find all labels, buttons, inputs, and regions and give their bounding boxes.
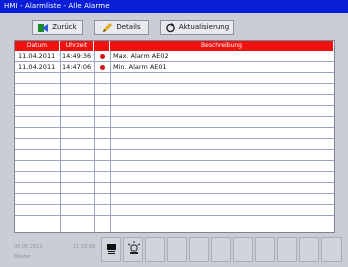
column-header-date[interactable]: Datum (15, 41, 60, 51)
refresh-icon (165, 22, 176, 33)
details-button[interactable]: Details (94, 20, 149, 35)
function-key-11[interactable] (321, 237, 342, 262)
function-key-1[interactable] (101, 237, 121, 262)
table-row[interactable] (15, 161, 334, 172)
back-label: Zurück (52, 23, 77, 31)
details-label: Details (116, 23, 141, 31)
function-key-2[interactable] (123, 237, 143, 262)
details-pencil-icon (102, 22, 113, 33)
siren-icon (127, 241, 141, 254)
function-key-3[interactable] (145, 237, 165, 262)
status-date: 00.00.2012 (14, 244, 43, 250)
table-row[interactable] (15, 139, 334, 150)
window-title: HMI - Alarmliste - Alle Alarme (0, 0, 348, 13)
back-button[interactable]: Zurück (32, 20, 83, 35)
function-key-5[interactable] (189, 237, 209, 262)
table-row[interactable] (15, 183, 334, 194)
row-time: 14:49:36 (62, 52, 92, 60)
table-row[interactable] (15, 205, 334, 216)
back-arrow-icon (38, 23, 49, 33)
table-row[interactable] (15, 150, 334, 161)
table-row[interactable] (15, 172, 334, 183)
row-date: 11.04.2011 (18, 63, 56, 71)
status-user: Master (14, 254, 32, 260)
function-key-10[interactable] (299, 237, 319, 262)
function-key-6[interactable] (211, 237, 231, 262)
hmi-window: HMI - Alarmliste - Alle Alarme Zurück De… (0, 0, 348, 262)
function-key-8[interactable] (255, 237, 275, 262)
alarm-bell-icon (100, 65, 105, 70)
row-time: 14:47:06 (62, 63, 92, 71)
function-key-7[interactable] (233, 237, 253, 262)
row-description: Min. Alarm AE01 (113, 63, 167, 71)
alarm-list-icon (107, 244, 116, 254)
row-description: Max. Alarm AE02 (113, 52, 169, 60)
table-row[interactable]: 11.04.2011 14:49:36 Max. Alarm AE02 (15, 51, 334, 62)
table-row[interactable] (15, 117, 334, 128)
alarm-bell-icon (100, 54, 105, 59)
column-header-time[interactable]: Uhrzeit (60, 41, 94, 51)
refresh-label: Aktualisierung (178, 23, 230, 31)
status-time: 11:18:08 (73, 244, 96, 250)
table-row[interactable] (15, 128, 334, 139)
toolbar: Zurück Details Aktualisierung (0, 13, 348, 40)
table-row[interactable] (15, 194, 334, 205)
function-key-4[interactable] (167, 237, 187, 262)
column-header-description[interactable]: Beschreibung (110, 41, 334, 51)
refresh-button[interactable]: Aktualisierung (160, 20, 234, 35)
alarm-table: Datum Uhrzeit Beschreibung 11.04.2011 14… (14, 40, 335, 233)
table-row[interactable] (15, 73, 334, 84)
column-header-icon[interactable] (94, 41, 110, 51)
table-row[interactable]: 11.04.2011 14:47:06 Min. Alarm AE01 (15, 62, 334, 73)
table-row[interactable] (15, 216, 334, 227)
table-row[interactable] (15, 95, 334, 106)
row-date: 11.04.2011 (18, 52, 56, 60)
table-row[interactable] (15, 106, 334, 117)
status-area: 00.00.2012 11:18:08 Master (14, 243, 99, 262)
table-row[interactable] (15, 84, 334, 95)
function-key-9[interactable] (277, 237, 297, 262)
